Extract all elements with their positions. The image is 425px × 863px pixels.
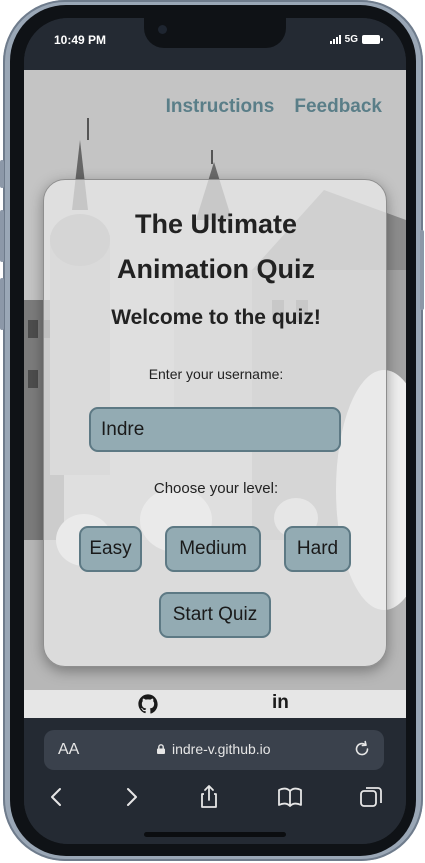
medium-button[interactable]: Medium — [165, 526, 261, 572]
title-line-1: The Ultimate — [134, 209, 298, 239]
notch — [144, 18, 286, 48]
title-line-2: Animation Quiz — [117, 254, 315, 284]
screen: 10:49 PM 5G Instructions Feedback The Ul… — [24, 18, 406, 844]
linkedin-icon[interactable]: in — [272, 692, 289, 714]
camera-icon — [158, 25, 167, 34]
mute-switch — [0, 160, 4, 188]
nav-instructions-link[interactable]: Instructions — [166, 96, 275, 118]
volume-up-button — [0, 210, 4, 262]
power-button — [420, 230, 424, 310]
start-quiz-button[interactable]: Start Quiz — [159, 592, 271, 638]
bookmarks-icon[interactable] — [277, 784, 303, 810]
footer: in — [24, 690, 406, 718]
github-icon[interactable] — [137, 693, 159, 715]
username-label: Enter your username: — [148, 366, 284, 382]
tabs-icon[interactable] — [358, 784, 384, 810]
volume-down-button — [0, 278, 4, 330]
status-time: 10:49 PM — [54, 33, 107, 47]
level-label: Choose your level: — [153, 480, 279, 497]
reload-icon[interactable] — [352, 739, 372, 759]
welcome-heading: Welcome to the quiz! — [111, 306, 321, 329]
quiz-card: The Ultimate Animation Quiz Welcome to t… — [43, 179, 387, 667]
battery-icon — [362, 35, 383, 44]
easy-button[interactable]: Easy — [79, 526, 142, 572]
status-bar: 10:49 PM 5G — [24, 18, 406, 70]
web-page[interactable]: Instructions Feedback The Ultimate Anima… — [24, 70, 406, 690]
forward-icon[interactable] — [118, 784, 144, 810]
share-icon[interactable] — [196, 784, 222, 810]
text-size-button[interactable]: AA — [58, 741, 79, 759]
status-indicators: 5G — [329, 34, 383, 45]
lock-icon — [157, 744, 165, 754]
browser-toolbar: AA indre-v.github.io — [24, 718, 406, 844]
back-icon[interactable] — [44, 784, 70, 810]
signal-icon — [329, 35, 341, 44]
nav-feedback-link[interactable]: Feedback — [294, 96, 382, 118]
home-indicator[interactable] — [144, 832, 286, 837]
username-input[interactable] — [89, 407, 341, 452]
page-title: The Ultimate Animation Quiz — [44, 202, 388, 292]
hard-button[interactable]: Hard — [284, 526, 351, 572]
url-text: indre-v.github.io — [172, 741, 271, 757]
address-bar[interactable]: AA indre-v.github.io — [44, 730, 384, 770]
top-nav: Instructions Feedback — [166, 96, 382, 118]
network-label: 5G — [344, 34, 358, 45]
